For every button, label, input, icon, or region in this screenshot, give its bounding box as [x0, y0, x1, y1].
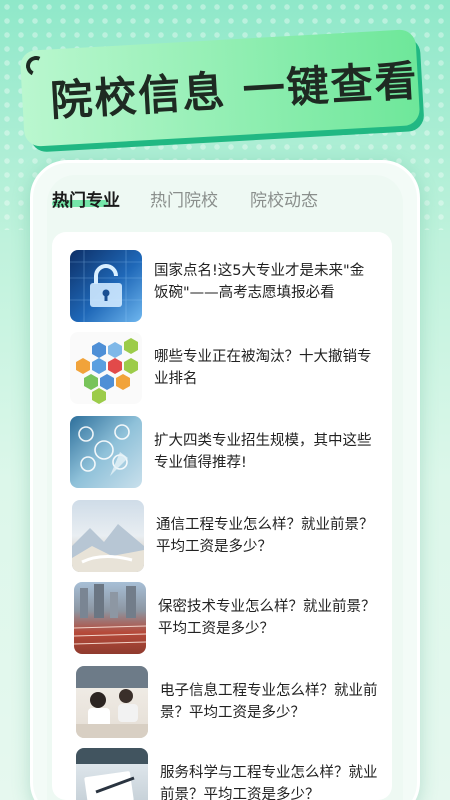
tab-hot-colleges[interactable]: 热门院校 — [150, 186, 218, 211]
tab-bar: 热门专业 热门院校 院校动态 — [52, 186, 382, 226]
list-item[interactable]: 哪些专业正在被淘汰？十大撤销专业排名 — [52, 332, 392, 412]
tab-hot-majors[interactable]: 热门专业 — [52, 186, 120, 211]
banner-title: 院校信息 一键查看 — [49, 55, 420, 125]
tech-icons-image — [70, 416, 142, 488]
padlock-cyber-image — [70, 250, 142, 322]
list-item[interactable]: 国家点名!这5大专业才是未来"金饭碗"——高考志愿填报必看 — [52, 250, 392, 330]
list-item[interactable]: 电子信息工程专业怎么样？就业前景？平均工资是多少？ — [52, 666, 392, 746]
article-title[interactable]: 服务科学与工程专业怎么样？就业前景？平均工资是多少？ — [160, 762, 382, 800]
article-title[interactable]: 国家点名!这5大专业才是未来"金饭碗"——高考志愿填报必看 — [154, 260, 376, 304]
students-classroom-image — [76, 666, 148, 738]
stadium-track-image — [74, 582, 146, 654]
hexagon-majors-image — [70, 332, 142, 404]
article-list: 国家点名!这5大专业才是未来"金饭碗"——高考志愿填报必看 哪些专业正在被淘汰？… — [52, 232, 392, 800]
article-title[interactable]: 哪些专业正在被淘汰？十大撤销专业排名 — [154, 346, 376, 390]
desk-notebook-image — [76, 748, 148, 800]
article-title[interactable]: 电子信息工程专业怎么样？就业前景？平均工资是多少？ — [160, 680, 382, 724]
article-title[interactable]: 扩大四类专业招生规模，其中这些专业值得推荐! — [154, 430, 376, 474]
list-item[interactable]: 服务科学与工程专业怎么样？就业前景？平均工资是多少？ — [52, 748, 392, 800]
mountain-landscape-image — [72, 500, 144, 572]
list-item[interactable]: 通信工程专业怎么样？就业前景？平均工资是多少？ — [52, 500, 392, 580]
tab-college-news[interactable]: 院校动态 — [250, 186, 318, 211]
list-item[interactable]: 扩大四类专业招生规模，其中这些专业值得推荐! — [52, 416, 392, 496]
article-title[interactable]: 保密技术专业怎么样？就业前景？平均工资是多少？ — [158, 596, 380, 640]
list-item[interactable]: 保密技术专业怎么样？就业前景？平均工资是多少？ — [52, 582, 392, 662]
article-title[interactable]: 通信工程专业怎么样？就业前景？平均工资是多少？ — [156, 514, 378, 558]
